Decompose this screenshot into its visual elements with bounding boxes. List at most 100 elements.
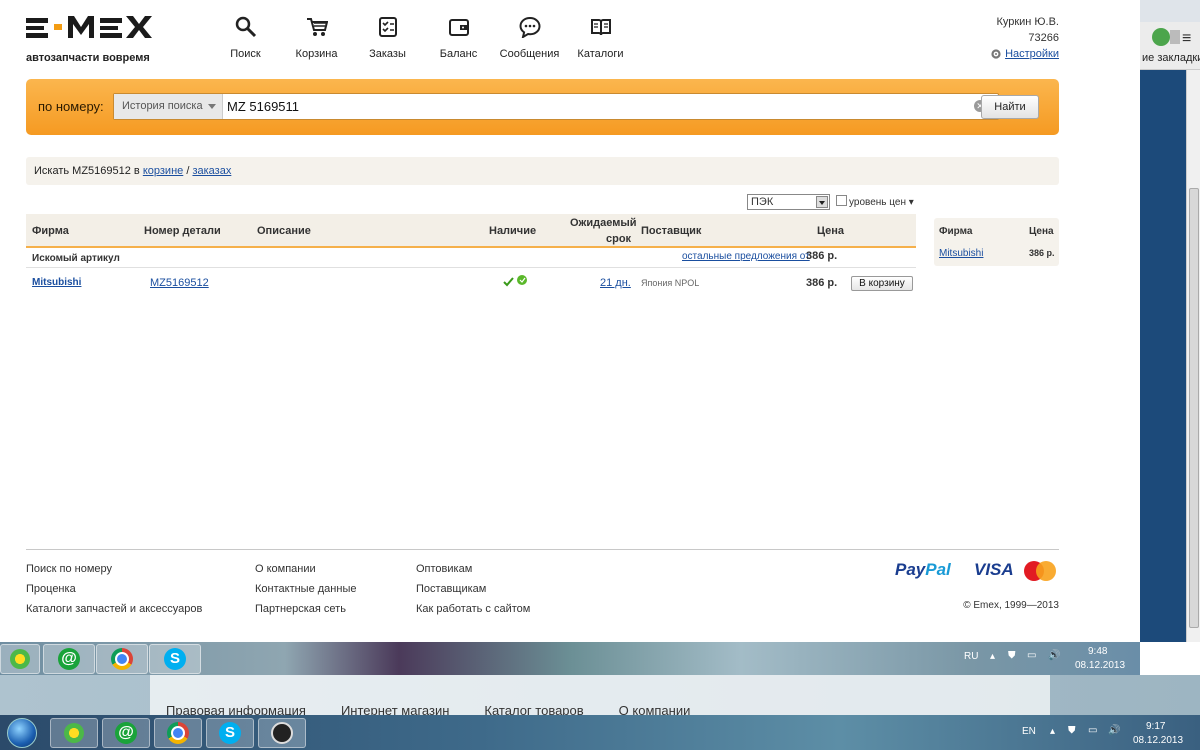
tray2-up-arrow-icon[interactable]: ▴ <box>1050 726 1055 737</box>
footer-link[interactable]: О компании <box>255 559 356 579</box>
message-icon <box>518 16 541 38</box>
book-icon <box>590 19 611 36</box>
results-table: Фирма Номер детали Описание Наличие Ожид… <box>26 214 916 296</box>
user-name: Куркин Ю.В. <box>996 16 1059 28</box>
nav-catalogs[interactable]: Каталоги <box>565 16 636 60</box>
search-in-separator: / <box>186 165 190 177</box>
tray-network-icon[interactable]: ▭ <box>1027 650 1036 661</box>
settings-link-label[interactable]: Настройки <box>1005 46 1059 62</box>
footer-link[interactable]: Контактные данные <box>255 579 356 599</box>
mastercard-icon <box>1024 561 1056 581</box>
search-bar: по номеру: История поиска MZ 5169511 ✕ Н… <box>26 79 1059 135</box>
taskbar-chrome[interactable] <box>96 644 148 674</box>
taskbar2-inkscape[interactable] <box>258 718 306 748</box>
footer: Поиск по номеру Проценка Каталоги запчас… <box>26 549 1059 619</box>
footer-link[interactable]: Поставщикам <box>416 579 530 599</box>
nav-orders[interactable]: Заказы <box>352 16 423 60</box>
taskbar2-chrome[interactable] <box>154 718 202 748</box>
search-history-label: История поиска <box>122 100 203 112</box>
taskbar-mailru[interactable]: @ <box>43 644 95 674</box>
header-supplier: Поставщик <box>641 225 702 237</box>
row-brand-link[interactable]: Mitsubishi <box>32 277 81 288</box>
windows-orb-icon <box>7 717 37 748</box>
nav-cart[interactable]: Корзина <box>281 16 352 60</box>
nav-balance[interactable]: Баланс <box>423 16 494 60</box>
taskbar-icq[interactable] <box>0 644 40 674</box>
footer-col-2: О компании Контактные данные Партнерская… <box>255 559 356 619</box>
tray2-shield-icon[interactable]: ⛊ <box>1068 725 1076 736</box>
search-input[interactable]: MZ 5169511 <box>227 99 299 114</box>
taskbar2-icq[interactable] <box>50 718 98 748</box>
browser-toolbar-fragment: ≡ ие закладки <box>1140 0 1200 70</box>
emex-page: автозапчасти вовремя Поиск Корзина Заказ… <box>0 0 1140 642</box>
extension-icon[interactable] <box>1152 28 1170 46</box>
tray2-lang[interactable]: EN <box>1022 726 1036 737</box>
icq-icon <box>10 649 30 669</box>
price-level-label[interactable]: уровень цен ▾ <box>849 197 914 208</box>
tray-lang[interactable]: RU <box>964 651 978 662</box>
tray2-volume-icon[interactable]: 🔊 <box>1108 725 1120 736</box>
skype-icon: S <box>219 722 241 744</box>
row-expected-link[interactable]: 21 дн. <box>600 277 631 289</box>
orders-icon <box>378 17 397 37</box>
taskbar2-skype[interactable]: S <box>206 718 254 748</box>
mini-brand-link[interactable]: Mitsubishi <box>939 248 983 259</box>
start-button[interactable] <box>2 716 42 749</box>
nav-cart-label: Корзина <box>295 48 338 60</box>
taskbar-lower: @ S EN ▴ ⛊ ▭ 🔊 9:17 08.12.2013 <box>0 715 1200 750</box>
logo-tagline: автозапчасти вовремя <box>26 52 150 64</box>
other-offers-link[interactable]: остальные предложения от <box>682 251 810 262</box>
tray2-network-icon[interactable]: ▭ <box>1088 725 1097 736</box>
emex-logo[interactable]: автозапчасти вовремя <box>26 12 166 64</box>
extension-2-icon[interactable] <box>1170 30 1180 44</box>
taskbar2-mailru[interactable]: @ <box>102 718 150 748</box>
footer-link[interactable]: Как работать с сайтом <box>416 599 530 619</box>
tray2-time[interactable]: 9:17 <box>1146 721 1165 732</box>
tray-up-arrow-icon[interactable]: ▴ <box>990 651 995 662</box>
availability-status <box>503 274 529 291</box>
footer-col-1: Поиск по номеру Проценка Каталоги запчас… <box>26 559 202 619</box>
tray2-date[interactable]: 08.12.2013 <box>1133 735 1183 746</box>
price-level-checkbox[interactable] <box>836 195 847 206</box>
add-to-cart-button[interactable]: В корзину <box>851 276 913 291</box>
browser-menu-icon[interactable]: ≡ <box>1182 30 1191 48</box>
taskbar-skype[interactable]: S <box>149 644 201 674</box>
table-header: Фирма Номер детали Описание Наличие Ожид… <box>26 214 916 248</box>
bookmarks-label[interactable]: ие закладки <box>1142 52 1200 64</box>
header-brand: Фирма <box>32 225 69 237</box>
search-box: История поиска MZ 5169511 ✕ <box>113 93 999 120</box>
tray-volume-icon[interactable]: 🔊 <box>1048 650 1060 661</box>
footer-link[interactable]: Каталоги запчастей и аксессуаров <box>26 599 202 619</box>
tray-time[interactable]: 9:48 <box>1088 646 1107 657</box>
search-history-dropdown[interactable]: История поиска <box>114 94 223 119</box>
search-in-cart-link[interactable]: корзине <box>143 165 183 177</box>
header-part-number: Номер детали <box>144 225 221 237</box>
footer-link[interactable]: Оптовикам <box>416 559 530 579</box>
nav-search[interactable]: Поиск <box>210 16 281 60</box>
vertical-scrollbar[interactable] <box>1186 70 1200 642</box>
row-part-number-link[interactable]: MZ5169512 <box>150 277 209 289</box>
footer-col-3: Оптовикам Поставщикам Как работать с сай… <box>416 559 530 619</box>
row-price: 386 р. <box>806 277 838 289</box>
gear-icon <box>991 49 1001 59</box>
footer-link[interactable]: Проценка <box>26 579 202 599</box>
mini-header-price: Цена <box>1029 226 1054 237</box>
header-expected-1: Ожидаемый <box>570 217 637 229</box>
cart-icon <box>306 18 328 36</box>
tray-shield-icon[interactable]: ⛊ <box>1008 650 1016 661</box>
search-in-prefix: Искать MZ5169512 в <box>34 165 140 177</box>
search-in-orders-link[interactable]: заказах <box>192 165 231 177</box>
nav-messages-label: Сообщения <box>499 48 560 60</box>
find-button[interactable]: Найти <box>981 95 1039 119</box>
nav-messages[interactable]: Сообщения <box>494 16 565 60</box>
settings-link[interactable]: Настройки <box>990 46 1059 62</box>
footer-link[interactable]: Партнерская сеть <box>255 599 356 619</box>
tray-date[interactable]: 08.12.2013 <box>1075 660 1125 671</box>
paypal-pay: Pay <box>895 560 926 579</box>
scrollbar-thumb[interactable] <box>1189 188 1199 628</box>
footer-link[interactable]: Поиск по номеру <box>26 559 202 579</box>
visa-logo: VISA <box>974 560 1014 579</box>
paypal-pal: Pal <box>925 560 951 579</box>
logo-wordmark-icon <box>26 16 152 38</box>
delivery-select[interactable]: ПЭК <box>747 194 830 210</box>
